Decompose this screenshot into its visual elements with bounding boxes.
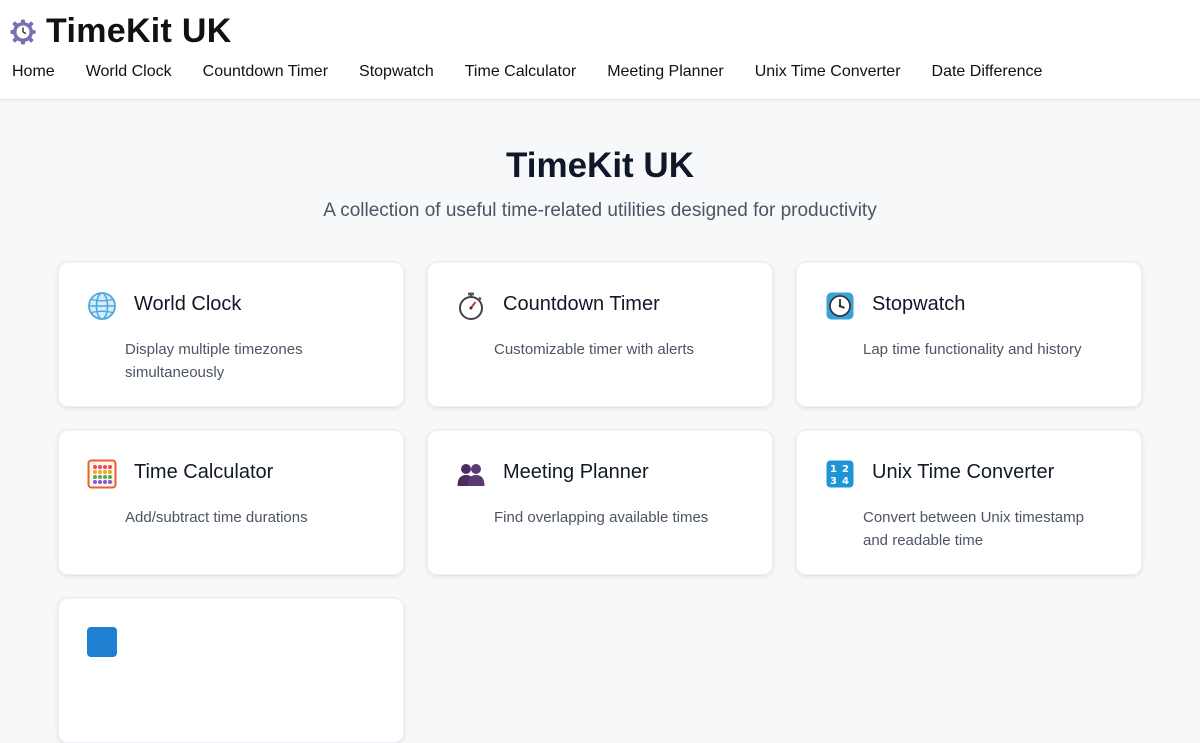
nav-date-difference[interactable]: Date Difference xyxy=(932,63,1043,81)
globe-icon xyxy=(88,292,116,320)
nav-time-calculator[interactable]: Time Calculator xyxy=(465,63,576,81)
card-title: World Clock xyxy=(134,293,242,315)
svg-text:1: 1 xyxy=(830,464,837,475)
nav-meeting-planner[interactable]: Meeting Planner xyxy=(607,63,724,81)
tool-card-time-calculator[interactable]: Time Calculator Add/subtract time durati… xyxy=(58,430,404,575)
card-description: Convert between Unix timestamp and reada… xyxy=(863,509,1084,549)
clock-icon xyxy=(826,292,854,320)
nav-world-clock[interactable]: World Clock xyxy=(86,63,172,81)
brand-title: TimeKit UK xyxy=(46,12,232,50)
svg-text:3: 3 xyxy=(830,476,837,487)
card-description: Find overlapping available times xyxy=(494,509,709,526)
card-title: Countdown Timer xyxy=(503,293,660,315)
nav-home[interactable]: Home xyxy=(12,63,55,81)
svg-text:4: 4 xyxy=(842,476,849,487)
card-description: Add/subtract time durations xyxy=(125,509,308,526)
tool-card-unix-time-converter[interactable]: 1 2 3 4 Unix Time Converter Convert betw… xyxy=(796,430,1142,575)
page-subtitle: A collection of useful time-related util… xyxy=(323,200,877,221)
tool-card-world-clock[interactable]: World Clock Display multiple timezones s… xyxy=(58,262,404,407)
main-nav: Home World Clock Countdown Timer Stopwat… xyxy=(12,63,1042,81)
page-title: TimeKit UK xyxy=(506,146,694,185)
card-title: Time Calculator xyxy=(134,461,274,483)
brand[interactable]: TimeKit UK xyxy=(10,12,232,51)
stopwatch-icon xyxy=(459,292,483,320)
svg-text:2: 2 xyxy=(842,464,849,475)
card-description: Customizable timer with alerts xyxy=(494,341,695,358)
nav-countdown-timer[interactable]: Countdown Timer xyxy=(203,63,328,81)
nav-stopwatch[interactable]: Stopwatch xyxy=(359,63,434,81)
tool-card-meeting-planner[interactable]: Meeting Planner Find overlapping availab… xyxy=(427,430,773,575)
numbers-icon: 1 2 3 4 xyxy=(826,460,854,488)
site-header: TimeKit UK Home World Clock Countdown Ti… xyxy=(0,0,1200,100)
tool-card-partial[interactable] xyxy=(58,598,404,743)
card-title: Meeting Planner xyxy=(503,461,649,483)
card-title: Stopwatch xyxy=(872,293,966,315)
people-icon xyxy=(457,464,485,486)
card-description: Lap time functionality and history xyxy=(863,341,1082,358)
abacus-icon xyxy=(87,459,117,489)
app-icon xyxy=(87,627,117,657)
nav-unix-time-converter[interactable]: Unix Time Converter xyxy=(755,63,901,81)
gear-clock-icon xyxy=(10,19,36,44)
tool-card-stopwatch[interactable]: Stopwatch Lap time functionality and his… xyxy=(796,262,1142,407)
tool-card-countdown-timer[interactable]: Countdown Timer Customizable timer with … xyxy=(427,262,773,407)
card-description: Display multiple timezones simultaneousl… xyxy=(125,341,303,381)
card-title: Unix Time Converter xyxy=(872,461,1055,483)
